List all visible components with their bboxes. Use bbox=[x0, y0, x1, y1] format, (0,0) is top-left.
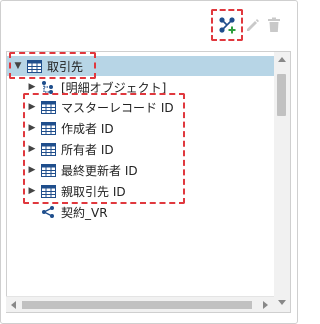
hierarchy-icon bbox=[40, 80, 56, 94]
hierarchy-icon bbox=[40, 205, 56, 219]
tree-item-master-record-id[interactable]: ▶ マスターレコード ID bbox=[7, 97, 275, 117]
scroll-down-arrow-icon[interactable] bbox=[278, 300, 286, 305]
table-icon bbox=[26, 59, 42, 73]
add-relation-button[interactable] bbox=[216, 14, 238, 36]
scroll-right-arrow-icon[interactable] bbox=[263, 301, 268, 309]
vertical-scrollbar[interactable] bbox=[274, 51, 291, 313]
horizontal-scrollbar[interactable] bbox=[6, 296, 274, 312]
expand-arrow-icon[interactable]: ▶ bbox=[27, 102, 37, 112]
scroll-left-arrow-icon[interactable] bbox=[11, 301, 16, 309]
expand-arrow-icon[interactable]: ▶ bbox=[27, 165, 37, 175]
tree-item-owner-id[interactable]: ▶ 所有者 ID bbox=[7, 139, 275, 159]
expand-arrow-icon[interactable]: ▶ bbox=[27, 82, 37, 92]
vertical-scroll-thumb[interactable] bbox=[277, 74, 286, 116]
expand-arrow-icon[interactable]: ▶ bbox=[27, 123, 37, 133]
tree-root-label: 取引先 bbox=[47, 59, 84, 74]
expand-arrow-icon[interactable]: ▶ bbox=[27, 144, 37, 154]
panel: ▼ 取引先 ▶ [明細オブジェクト] ▶ マスターレコード ID ▶ 作成者 I… bbox=[0, 0, 298, 324]
tree-item-parent-account-id[interactable]: ▶ 親取引先 ID bbox=[7, 181, 275, 201]
tree-item-label: 所有者 ID bbox=[61, 142, 114, 157]
table-icon bbox=[40, 121, 56, 135]
table-icon bbox=[40, 100, 56, 114]
tree-item-label: [明細オブジェクト] bbox=[61, 80, 167, 95]
add-relation-icon bbox=[219, 17, 236, 34]
tree-item-label: 最終更新者 ID bbox=[61, 163, 138, 178]
pencil-icon bbox=[247, 19, 259, 31]
tree-item-label: 契約_VR bbox=[61, 205, 108, 220]
object-tree[interactable]: ▼ 取引先 ▶ [明細オブジェクト] ▶ マスターレコード ID ▶ 作成者 I… bbox=[6, 51, 276, 313]
table-icon bbox=[40, 163, 56, 177]
table-icon bbox=[40, 184, 56, 198]
expand-arrow-icon[interactable]: ▶ bbox=[27, 186, 37, 196]
table-icon bbox=[40, 142, 56, 156]
tree-item-detail-object[interactable]: ▶ [明細オブジェクト] bbox=[7, 77, 275, 97]
tree-item-created-by-id[interactable]: ▶ 作成者 ID bbox=[7, 118, 275, 138]
scroll-up-arrow-icon[interactable] bbox=[278, 57, 286, 62]
tree-item-label: マスターレコード ID bbox=[61, 100, 174, 115]
trash-icon bbox=[268, 17, 280, 32]
collapse-arrow-icon[interactable]: ▼ bbox=[13, 61, 23, 71]
horizontal-scroll-thumb[interactable] bbox=[22, 301, 252, 309]
tree-item-last-modified-by-id[interactable]: ▶ 最終更新者 ID bbox=[7, 160, 275, 180]
tree-item-contract-vr[interactable]: 契約_VR bbox=[7, 202, 275, 222]
delete-button[interactable] bbox=[263, 14, 285, 36]
tree-item-label: 作成者 ID bbox=[61, 121, 114, 136]
tree-root-row[interactable]: ▼ 取引先 bbox=[7, 56, 275, 76]
edit-button[interactable] bbox=[241, 14, 263, 36]
tree-item-label: 親取引先 ID bbox=[61, 184, 126, 199]
